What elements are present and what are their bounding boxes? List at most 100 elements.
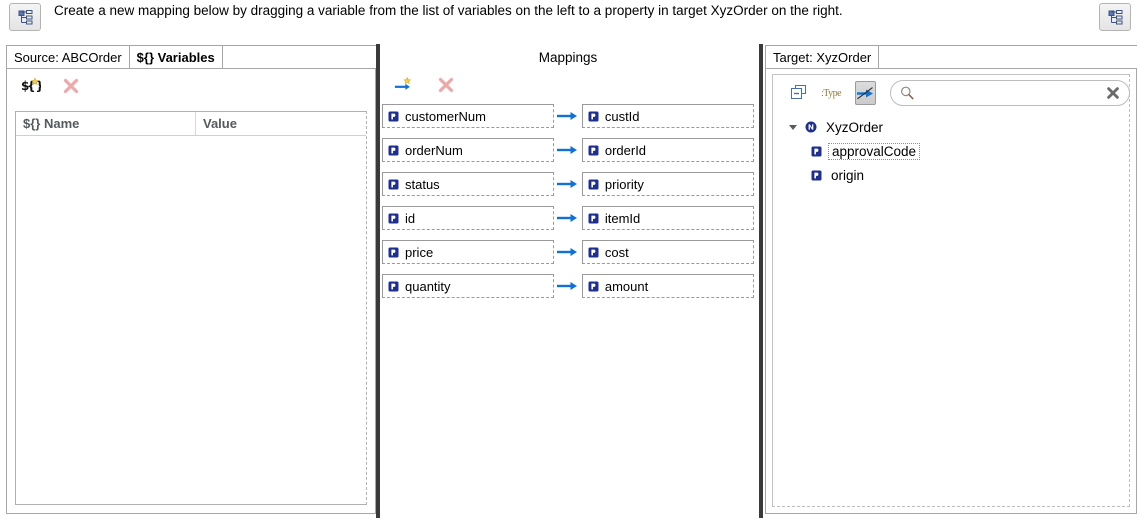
- variables-toolbar: $ {}: [7, 69, 375, 103]
- property-icon: [588, 145, 599, 156]
- column-header-name[interactable]: ${} Name: [16, 112, 196, 135]
- mapping-arrow-icon: [554, 246, 582, 258]
- mapping-source-field[interactable]: quantity: [382, 274, 554, 298]
- clear-search-icon[interactable]: [1106, 86, 1120, 100]
- target-body: :Type: [765, 69, 1137, 514]
- column-header-name-label: ${} Name: [23, 116, 79, 131]
- mapping-source-label: status: [405, 177, 440, 192]
- mappings-toolbar: [382, 70, 754, 100]
- target-tree-container: :Type: [772, 74, 1130, 507]
- mapping-arrow-icon: [554, 110, 582, 122]
- property-icon: [588, 213, 599, 224]
- delete-mapping-icon[interactable]: [436, 75, 456, 95]
- tab-label: Source: ABCOrder: [14, 50, 122, 65]
- show-types-icon[interactable]: :Type: [821, 83, 841, 103]
- tree-node-label: XyzOrder: [823, 120, 886, 135]
- instruction-header: Create a new mapping below by dragging a…: [0, 0, 1140, 40]
- mapping-rows: customerNum custId: [382, 100, 754, 298]
- instruction-text: Create a new mapping below by dragging a…: [54, 2, 843, 20]
- mapping-source-field[interactable]: customerNum: [382, 104, 554, 128]
- mappings-title: Mappings: [382, 44, 754, 70]
- property-icon: [811, 146, 822, 157]
- mapping-target-field[interactable]: cost: [582, 240, 754, 264]
- target-toolbar: :Type: [773, 75, 1129, 111]
- collapse-all-icon[interactable]: [791, 83, 807, 103]
- mapping-target-label: amount: [605, 279, 648, 294]
- mapping-arrow-icon: [554, 144, 582, 156]
- property-icon: [588, 179, 599, 190]
- mapping-target-label: orderId: [605, 143, 646, 158]
- tree-node-origin[interactable]: origin: [787, 163, 1129, 187]
- mapping-target-label: itemId: [605, 211, 640, 226]
- mapping-target-field[interactable]: orderId: [582, 138, 754, 162]
- mapping-source-field[interactable]: orderNum: [382, 138, 554, 162]
- add-variable-icon[interactable]: $ {}: [21, 76, 41, 96]
- mapping-arrow-icon: [554, 178, 582, 190]
- column-header-value-label: Value: [203, 116, 237, 131]
- property-icon: [588, 281, 599, 292]
- property-icon: [388, 247, 399, 258]
- hierarchy-icon: [18, 10, 33, 25]
- mapping-row[interactable]: price cost: [382, 240, 754, 264]
- mapping-target-field[interactable]: amount: [582, 274, 754, 298]
- target-tree: XyzOrder approvalCode: [773, 111, 1129, 187]
- tree-node-label: approvalCode: [828, 143, 920, 160]
- property-icon: [388, 145, 399, 156]
- hierarchy-view-button-left[interactable]: [9, 3, 41, 31]
- sash-left[interactable]: [376, 44, 380, 518]
- mapping-target-field[interactable]: priority: [582, 172, 754, 196]
- mapping-source-field[interactable]: price: [382, 240, 554, 264]
- tree-node-xyzorder[interactable]: XyzOrder: [787, 115, 1129, 139]
- property-icon: [388, 179, 399, 190]
- source-tabstrip: Source: ABCOrder ${} Variables: [6, 44, 376, 69]
- tab-target-xyzorder[interactable]: Target: XyzOrder: [765, 45, 879, 68]
- property-icon: [388, 111, 399, 122]
- tab-variables[interactable]: ${} Variables: [129, 45, 223, 68]
- tree-node-approvalcode[interactable]: approvalCode: [787, 139, 1129, 163]
- add-mapping-icon[interactable]: [394, 75, 414, 95]
- hide-mapped-icon: [856, 86, 875, 101]
- mapping-row[interactable]: id itemId: [382, 206, 754, 230]
- hierarchy-icon: [1108, 10, 1123, 25]
- tabstrip-filler: [222, 45, 376, 68]
- property-icon: [588, 111, 599, 122]
- property-icon: [588, 247, 599, 258]
- variables-table[interactable]: ${} Name Value: [15, 111, 367, 505]
- tree-node-label: origin: [828, 168, 867, 183]
- mapping-row[interactable]: quantity amount: [382, 274, 754, 298]
- mapping-editor-window: Create a new mapping below by dragging a…: [0, 0, 1140, 518]
- tab-label: ${} Variables: [137, 50, 215, 65]
- chevron-down-icon[interactable]: [787, 121, 799, 133]
- mapping-row[interactable]: status priority: [382, 172, 754, 196]
- mapping-target-field[interactable]: itemId: [582, 206, 754, 230]
- hierarchy-view-button-right[interactable]: [1099, 3, 1131, 31]
- mapping-source-label: orderNum: [405, 143, 463, 158]
- column-header-value[interactable]: Value: [196, 112, 366, 135]
- sash-right[interactable]: [759, 44, 763, 518]
- tabstrip-filler: [878, 45, 1137, 68]
- mapping-source-label: customerNum: [405, 109, 486, 124]
- source-variables-panel: Source: ABCOrder ${} Variables $ {}: [6, 44, 376, 514]
- mapping-target-label: cost: [605, 245, 629, 260]
- mappings-panel: Mappings: [382, 44, 754, 514]
- mapping-target-label: custId: [605, 109, 640, 124]
- mapping-target-field[interactable]: custId: [582, 104, 754, 128]
- mapping-source-label: price: [405, 245, 433, 260]
- mapping-source-field[interactable]: status: [382, 172, 554, 196]
- property-icon: [811, 170, 822, 181]
- hide-mapped-toggle-button[interactable]: [855, 81, 876, 105]
- mapping-row[interactable]: orderNum orderId: [382, 138, 754, 162]
- tab-source-abcorder[interactable]: Source: ABCOrder: [6, 45, 130, 68]
- mapping-arrow-icon: [554, 280, 582, 292]
- show-types-label: :Type: [821, 88, 841, 99]
- search-icon: [900, 86, 914, 100]
- mapping-row[interactable]: customerNum custId: [382, 104, 754, 128]
- target-search-input[interactable]: [920, 85, 1100, 102]
- mapping-source-field[interactable]: id: [382, 206, 554, 230]
- mapping-target-label: priority: [605, 177, 644, 192]
- tab-label: Target: XyzOrder: [773, 50, 871, 65]
- class-icon: [805, 121, 817, 133]
- target-search-box[interactable]: [890, 80, 1130, 106]
- delete-variable-icon[interactable]: [61, 76, 81, 96]
- variables-table-header: ${} Name Value: [16, 112, 366, 136]
